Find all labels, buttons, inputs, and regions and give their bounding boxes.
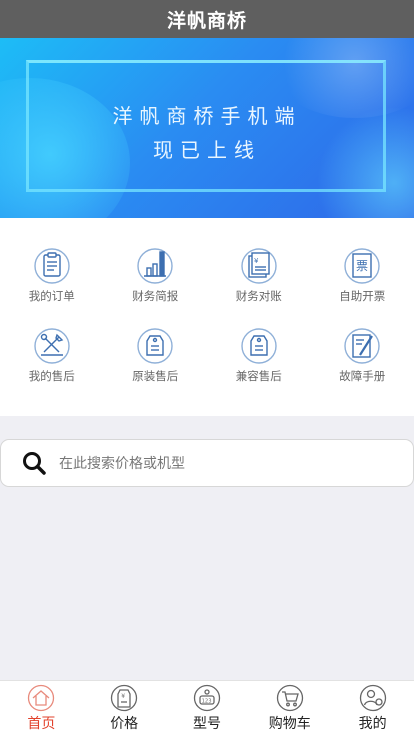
grid-item-label: 原装售后 bbox=[132, 369, 179, 383]
bottom-tab-bar: 首页 ¥ 价格 123 型号 购物车 我的 bbox=[0, 680, 414, 736]
tab-label: 我的 bbox=[358, 716, 387, 732]
tag-icon bbox=[241, 328, 277, 364]
search-icon bbox=[23, 452, 46, 475]
banner-line-1: 洋帆商桥手机端 bbox=[112, 104, 302, 128]
promo-banner[interactable]: 洋帆商桥手机端 现已上线 bbox=[0, 38, 414, 218]
svg-text:¥: ¥ bbox=[121, 693, 125, 700]
svg-text:¥: ¥ bbox=[254, 257, 259, 265]
tab-cart[interactable]: 购物车 bbox=[248, 681, 331, 736]
tab-home[interactable]: 首页 bbox=[0, 681, 83, 736]
grid-item-self-invoice[interactable]: 票 自助开票 bbox=[311, 246, 414, 326]
app-header: 洋帆商桥 bbox=[0, 0, 414, 38]
tab-label: 购物车 bbox=[268, 716, 311, 732]
grid-item-orders[interactable]: 我的订单 bbox=[0, 246, 104, 326]
svg-text:123: 123 bbox=[202, 698, 212, 704]
svg-text:票: 票 bbox=[356, 259, 368, 273]
price-tag-icon: ¥ bbox=[111, 684, 138, 712]
search-bar[interactable]: 在此搜索价格或机型 bbox=[0, 439, 414, 487]
grid-item-original-aftersales[interactable]: 原装售后 bbox=[104, 326, 208, 406]
grid-item-label: 财务对账 bbox=[235, 289, 282, 303]
app-title: 洋帆商桥 bbox=[166, 9, 247, 32]
grid-item-reconciliation[interactable]: ¥ 财务对账 bbox=[207, 246, 311, 326]
home-icon bbox=[28, 684, 55, 712]
grid-item-label: 财务简报 bbox=[132, 289, 179, 303]
wrench-hammer-icon bbox=[34, 328, 70, 364]
yuan-document-icon: ¥ bbox=[241, 248, 277, 284]
grid-item-my-aftersales[interactable]: 我的售后 bbox=[0, 326, 104, 406]
grid-item-label: 故障手册 bbox=[339, 369, 386, 383]
search-placeholder: 在此搜索价格或机型 bbox=[59, 456, 185, 472]
grid-item-finance-report[interactable]: 财务简报 bbox=[104, 246, 208, 326]
tab-price[interactable]: ¥ 价格 bbox=[83, 681, 166, 736]
feature-grid: 我的订单 财务简报 ¥ 财务对账 票 自助开票 我的售后 原装售后 兼容售后 故… bbox=[0, 218, 414, 416]
grid-item-label: 自助开票 bbox=[339, 289, 386, 303]
grid-item-label: 兼容售后 bbox=[235, 369, 282, 383]
model-tag-icon: 123 bbox=[193, 684, 221, 712]
manual-screwdriver-icon bbox=[344, 328, 380, 364]
user-gear-icon bbox=[359, 684, 386, 712]
tab-label: 价格 bbox=[110, 716, 139, 732]
bar-chart-icon bbox=[137, 248, 173, 284]
tab-label: 型号 bbox=[192, 716, 221, 732]
grid-item-label: 我的订单 bbox=[28, 289, 75, 303]
tab-label: 首页 bbox=[27, 716, 56, 732]
grid-item-label: 我的售后 bbox=[28, 369, 75, 383]
clipboard-order-icon bbox=[34, 248, 70, 284]
tab-mine[interactable]: 我的 bbox=[331, 681, 414, 736]
grid-item-compatible-aftersales[interactable]: 兼容售后 bbox=[207, 326, 311, 406]
tab-model[interactable]: 123 型号 bbox=[166, 681, 249, 736]
grid-item-fault-manual[interactable]: 故障手册 bbox=[311, 326, 414, 406]
cart-icon bbox=[276, 684, 303, 712]
invoice-icon: 票 bbox=[344, 248, 380, 284]
tag-icon bbox=[137, 328, 173, 364]
banner-line-2: 现已上线 bbox=[153, 138, 261, 162]
